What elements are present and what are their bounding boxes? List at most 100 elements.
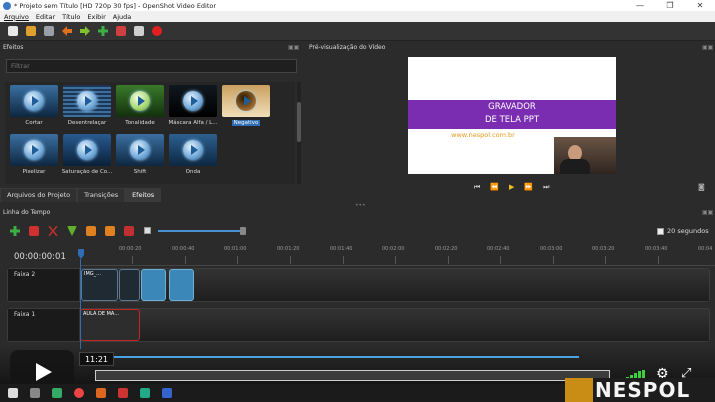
add-track-icon[interactable]	[10, 226, 20, 236]
fullscreen-icon[interactable]	[134, 26, 144, 36]
taskbar-openshot-icon[interactable]	[162, 388, 172, 398]
track-faixa-1[interactable]: Faixa 1 AULA DE MA...	[7, 308, 710, 342]
effect-label: Saturação de Co...	[61, 169, 113, 175]
open-project-icon[interactable]	[26, 26, 36, 36]
effect-label: Onda	[185, 169, 201, 175]
import-files-icon[interactable]	[98, 26, 108, 36]
tab-efeitos[interactable]: Efeitos	[125, 188, 162, 202]
maximize-button[interactable]: ❐	[655, 0, 685, 11]
effect-cortar[interactable]: Cortar	[8, 85, 60, 133]
menu-editar[interactable]: Editar	[36, 13, 55, 21]
timeline-dock-buttons[interactable]: ▣▣	[702, 209, 713, 216]
effects-dock-buttons[interactable]: ▣▣	[288, 44, 299, 51]
effect-thumbnail	[10, 85, 58, 117]
effect-shift[interactable]: Shift	[114, 134, 166, 182]
taskbar-app-icon[interactable]	[140, 388, 150, 398]
effect-negativo[interactable]: Negativo	[220, 85, 272, 133]
play-button[interactable]: ▶	[509, 183, 514, 192]
zoom-checkbox[interactable]	[657, 227, 664, 235]
camera-icon[interactable]: ◙	[698, 183, 705, 191]
play-icon	[130, 140, 150, 160]
tick-label: 00:04	[698, 246, 713, 252]
jump-end-button[interactable]: ⏭	[543, 183, 549, 192]
tab-arquivos-do-projeto[interactable]: Arquivos do Projeto	[0, 188, 78, 202]
effect-thumbnail	[169, 85, 217, 117]
effect-desentrelacar[interactable]: Desentrelaçar	[61, 85, 113, 133]
track-name: Faixa 1	[8, 309, 80, 341]
center-playhead-icon[interactable]	[124, 226, 134, 236]
taskbar-app-icon[interactable]	[52, 388, 62, 398]
tick-label: 00:02:00	[382, 246, 405, 252]
tick-label: 00:00:20	[119, 246, 142, 252]
taskbar-app-icon[interactable]	[96, 388, 106, 398]
splitter-handle[interactable]: •••	[355, 202, 366, 209]
webcam-overlay	[554, 137, 616, 174]
play-icon	[24, 91, 44, 111]
taskbar-chrome-icon[interactable]	[74, 388, 84, 398]
razor-icon[interactable]	[48, 226, 58, 236]
taskbar-app-icon[interactable]	[30, 388, 40, 398]
add-marker-icon[interactable]	[67, 226, 77, 236]
effects-scrollbar[interactable]	[297, 82, 301, 184]
effect-label: Cortar	[25, 120, 43, 126]
effect-label: Shift	[133, 169, 147, 175]
timeline-clip[interactable]: AULA DE MA...	[80, 309, 140, 341]
profile-icon[interactable]	[116, 26, 126, 36]
zoom-level: 20 segundos	[657, 227, 709, 235]
redo-icon[interactable]	[80, 26, 90, 36]
jump-start-button[interactable]: ⏮	[474, 183, 480, 192]
timeline-panel-title: Linha do Tempo	[3, 209, 51, 216]
undo-icon[interactable]	[62, 26, 72, 36]
timeline-clip[interactable]	[169, 269, 194, 301]
effect-thumbnail	[116, 134, 164, 166]
menu-titulo[interactable]: Título	[62, 13, 80, 21]
snap-icon[interactable]	[29, 226, 39, 236]
tab-transicoes[interactable]: Transições	[77, 188, 126, 202]
next-marker-icon[interactable]	[105, 226, 115, 236]
effect-onda[interactable]: Onda	[167, 134, 219, 182]
effect-thumbnail	[10, 134, 58, 166]
effect-tonalidade[interactable]: Tonalidade	[114, 85, 166, 133]
menu-exibir[interactable]: Exibir	[87, 13, 105, 21]
timeline-scrollbar[interactable]	[85, 356, 579, 358]
timeline-clip[interactable]	[119, 269, 140, 301]
start-icon[interactable]	[8, 388, 18, 398]
window-title: * Projeto sem Título [HD 720p 30 fps] - …	[14, 1, 217, 10]
scrollbar-thumb[interactable]	[297, 102, 301, 142]
effect-saturacao[interactable]: Saturação de Co...	[61, 134, 113, 182]
minimize-button[interactable]: —	[625, 0, 655, 11]
tick-label: 00:02:20	[435, 246, 458, 252]
new-project-icon[interactable]	[8, 26, 18, 36]
nespol-watermark: NESPOL	[565, 378, 715, 402]
preview-url-text: www.nespol.com.br	[451, 131, 515, 139]
player-progress-bar[interactable]	[95, 370, 610, 381]
track-lane	[81, 309, 709, 341]
fast-forward-button[interactable]: ⏩	[524, 183, 533, 192]
rewind-button[interactable]: ⏪	[490, 183, 499, 192]
main-toolbar	[0, 22, 715, 41]
preview-text-line2: DE TELA PPT	[484, 115, 540, 125]
timeline-ruler[interactable]: 00:00:20 00:00:40 00:01:00 00:01:20 00:0…	[80, 244, 715, 266]
menu-arquivo[interactable]: Arquivo	[4, 13, 29, 21]
presenter-body	[560, 159, 590, 174]
tick-mark	[605, 256, 606, 264]
effect-pixelizar[interactable]: Pixelizar	[8, 134, 60, 182]
tick-mark	[290, 256, 291, 264]
zoom-out-icon[interactable]	[144, 227, 151, 234]
close-button[interactable]: ✕	[685, 0, 715, 11]
previous-marker-icon[interactable]	[86, 226, 96, 236]
preview-dock-buttons[interactable]: ▣▣	[702, 44, 713, 51]
track-faixa-2[interactable]: Faixa 2 IMG_...	[7, 268, 710, 302]
zoom-slider[interactable]	[158, 230, 244, 232]
effects-filter-input[interactable]: Filtrar	[6, 59, 297, 73]
menu-ajuda[interactable]: Ajuda	[113, 13, 131, 21]
zoom-slider-handle[interactable]	[240, 227, 246, 235]
effect-mascara-alfa[interactable]: Máscara Alfa / L...	[167, 85, 219, 133]
timeline-clip[interactable]	[141, 269, 166, 301]
export-video-icon[interactable]	[152, 26, 162, 36]
play-icon	[236, 91, 256, 111]
taskbar-app-icon[interactable]	[118, 388, 128, 398]
timeline-clip[interactable]: IMG_...	[81, 269, 118, 301]
save-project-icon[interactable]	[44, 26, 54, 36]
preview-text-line1: GRAVADOR	[488, 102, 536, 112]
